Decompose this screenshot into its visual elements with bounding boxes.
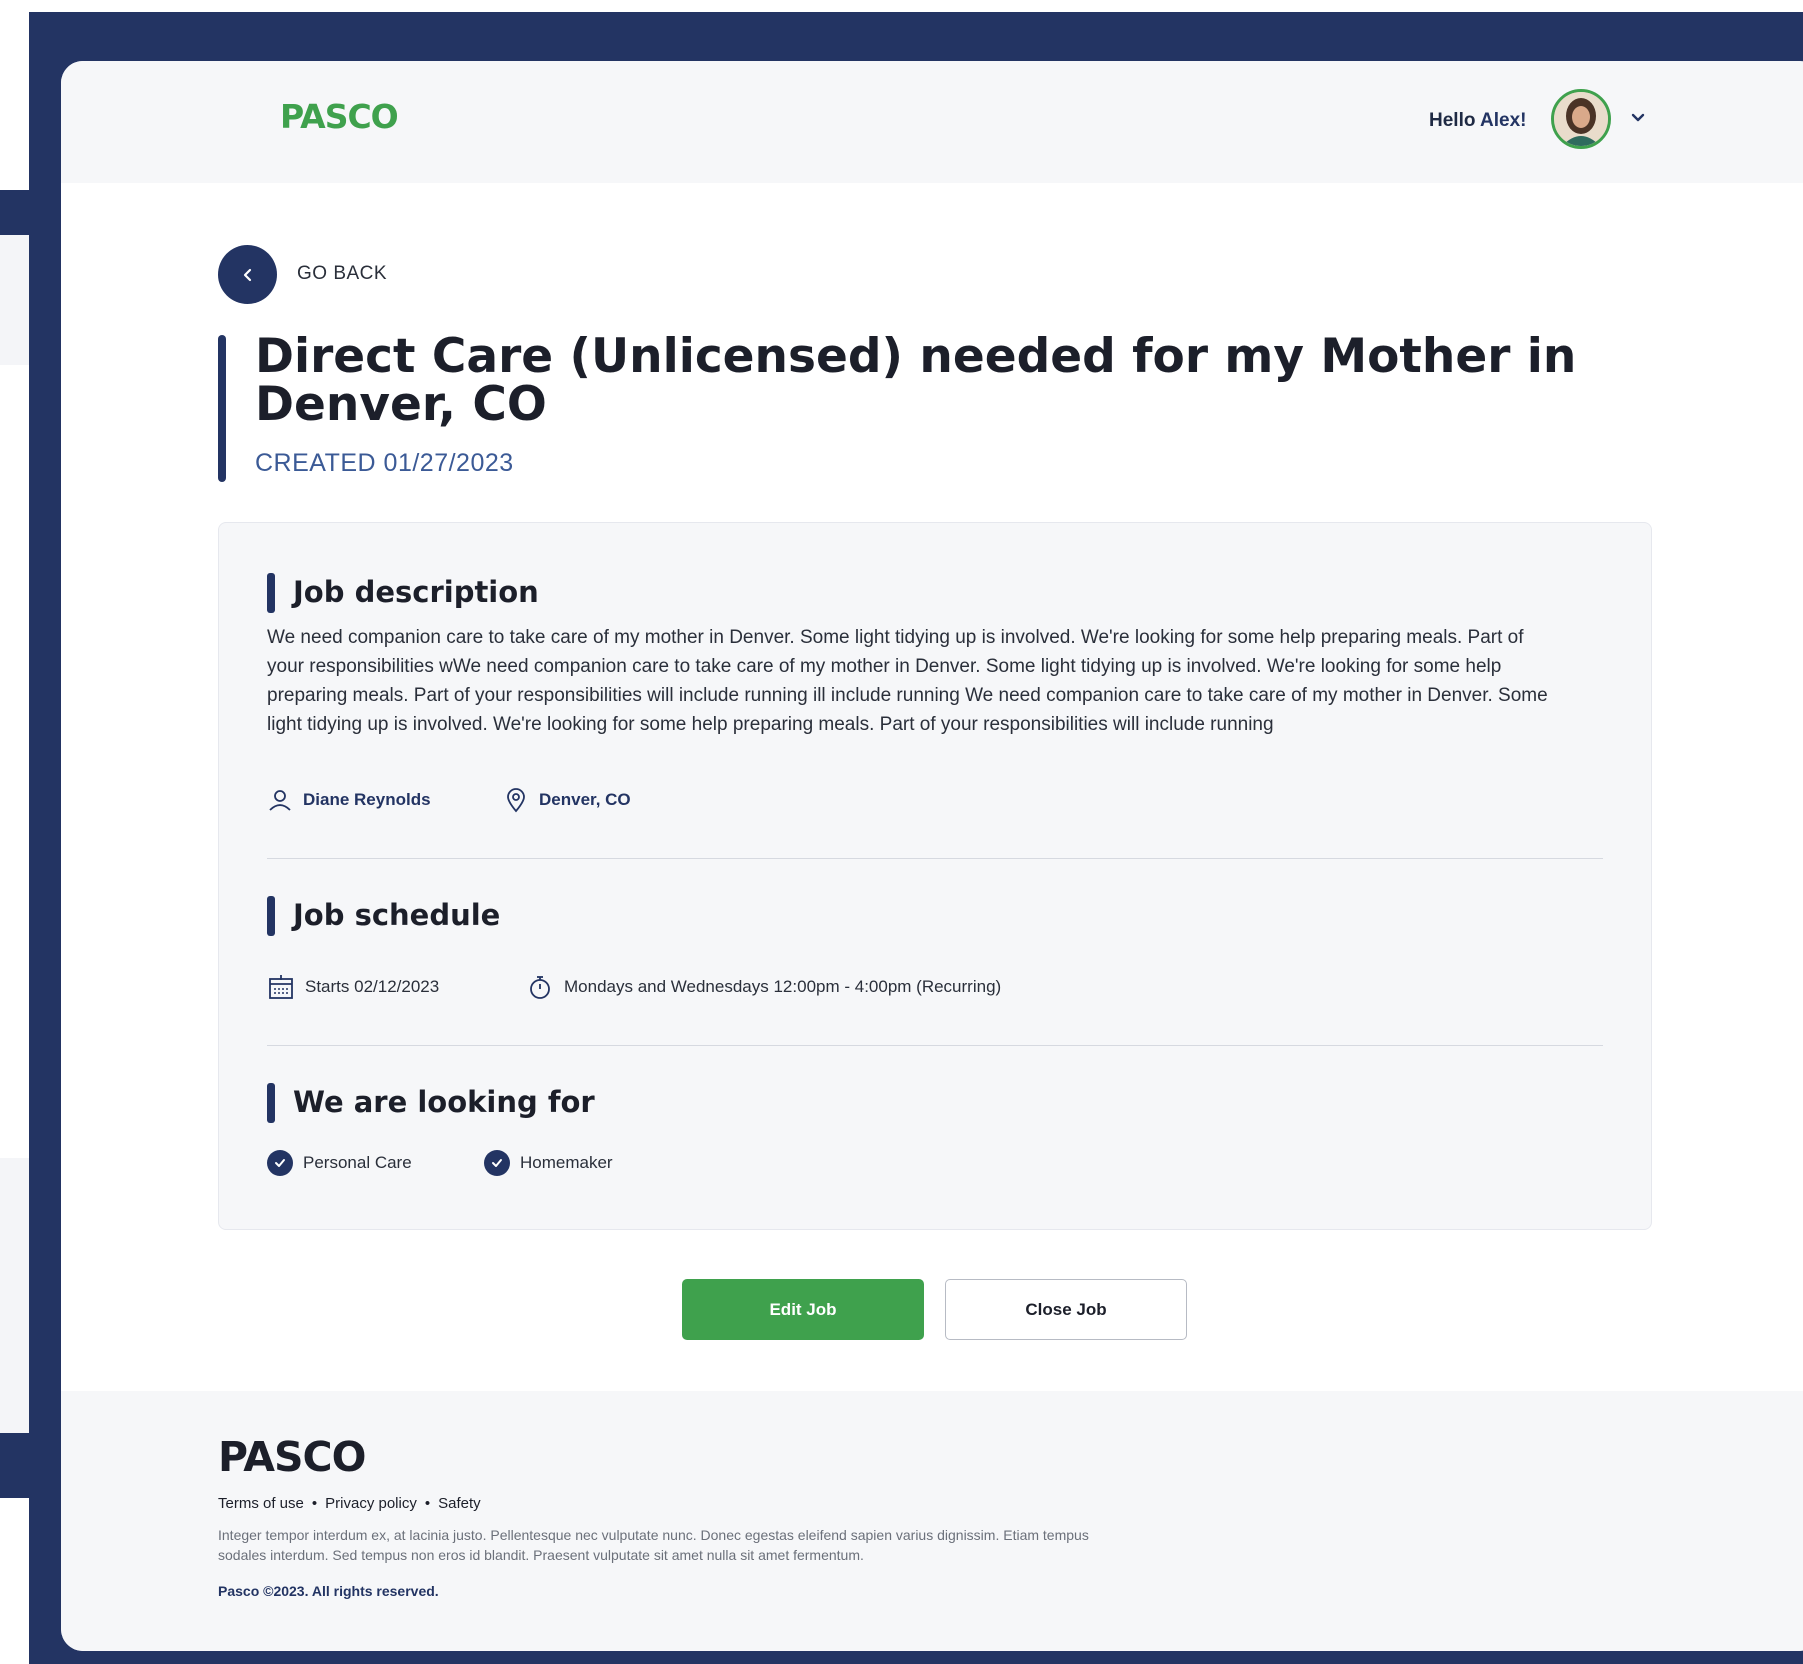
- background-strip: [0, 190, 29, 235]
- job-details-panel: Job description We need companion care t…: [218, 522, 1652, 1230]
- copyright: Pasco ©2023. All rights reserved.: [218, 1583, 439, 1599]
- chevron-left-icon: [243, 268, 251, 281]
- section-accent-bar: [267, 896, 275, 936]
- greeting-name: Alex!: [1480, 110, 1527, 131]
- client-name-text: Diane Reynolds: [303, 790, 431, 809]
- safety-link[interactable]: Safety: [438, 1495, 481, 1512]
- location-pin-icon: [507, 788, 525, 813]
- page-title: Direct Care (Unlicensed) needed for my M…: [255, 329, 1577, 432]
- avatar-image: [1554, 92, 1608, 146]
- check-circle-icon: [267, 1150, 293, 1176]
- link-separator: •: [311, 1495, 318, 1512]
- avatar[interactable]: [1551, 89, 1611, 149]
- background-strip: [0, 1158, 29, 1433]
- footer-body-text: Integer tempor interdum ex, at lacinia j…: [218, 1527, 1089, 1563]
- job-description-text: We need companion care to take care of m…: [267, 627, 1548, 735]
- section-accent-bar: [267, 573, 275, 613]
- job-schedule-heading: Job schedule: [293, 898, 501, 932]
- background-strip: [0, 1433, 29, 1498]
- job-description-heading: Job description: [293, 575, 539, 609]
- footer-links: Terms of use • Privacy policy • Safety: [218, 1495, 481, 1512]
- section-divider: [267, 858, 1603, 859]
- requirement-tag: Homemaker: [484, 1150, 613, 1176]
- terms-link[interactable]: Terms of use: [218, 1495, 304, 1512]
- looking-for-heading: We are looking for: [293, 1085, 595, 1119]
- job-location: Denver, CO: [503, 787, 631, 813]
- created-date: CREATED 01/27/2023: [255, 449, 514, 477]
- requirement-label: Homemaker: [520, 1153, 613, 1172]
- schedule-recurrence: Mondays and Wednesdays 12:00pm - 4:00pm …: [526, 973, 1001, 1001]
- title-accent-bar: [218, 335, 226, 482]
- location-text: Denver, CO: [539, 790, 631, 809]
- privacy-link[interactable]: Privacy policy: [325, 1495, 417, 1512]
- requirement-tag: Personal Care: [267, 1150, 412, 1176]
- top-nav-bar: PASCO Hello Alex!: [61, 61, 1803, 183]
- go-back-label[interactable]: GO BACK: [297, 263, 387, 285]
- background-strip: [0, 235, 29, 365]
- client-name: Diane Reynolds: [267, 787, 431, 813]
- check-circle-icon: [484, 1150, 510, 1176]
- calendar-icon: [269, 975, 293, 999]
- footer: PASCO Terms of use • Privacy policy • Sa…: [61, 1391, 1803, 1651]
- link-separator: •: [424, 1495, 431, 1512]
- schedule-start-text: Starts 02/12/2023: [305, 977, 440, 996]
- main-card: PASCO Hello Alex! GO BACK Direct Care (U…: [61, 61, 1803, 1651]
- user-greeting: Hello Alex!: [1429, 110, 1527, 132]
- person-icon: [269, 790, 291, 811]
- go-back-button[interactable]: [218, 245, 277, 304]
- section-divider: [267, 1045, 1603, 1046]
- schedule-start: Starts 02/12/2023: [267, 973, 439, 1001]
- brand-logo[interactable]: PASCO: [280, 100, 399, 133]
- schedule-recurrence-text: Mondays and Wednesdays 12:00pm - 4:00pm …: [564, 977, 1002, 996]
- greeting-prefix: Hello: [1429, 110, 1476, 131]
- stopwatch-icon: [530, 976, 550, 999]
- close-job-button[interactable]: Close Job: [945, 1279, 1187, 1340]
- chevron-down-icon[interactable]: [1627, 107, 1649, 129]
- section-accent-bar: [267, 1083, 275, 1123]
- footer-logo: PASCO: [218, 1433, 366, 1481]
- requirement-label: Personal Care: [303, 1153, 412, 1172]
- edit-job-button[interactable]: Edit Job: [682, 1279, 924, 1340]
